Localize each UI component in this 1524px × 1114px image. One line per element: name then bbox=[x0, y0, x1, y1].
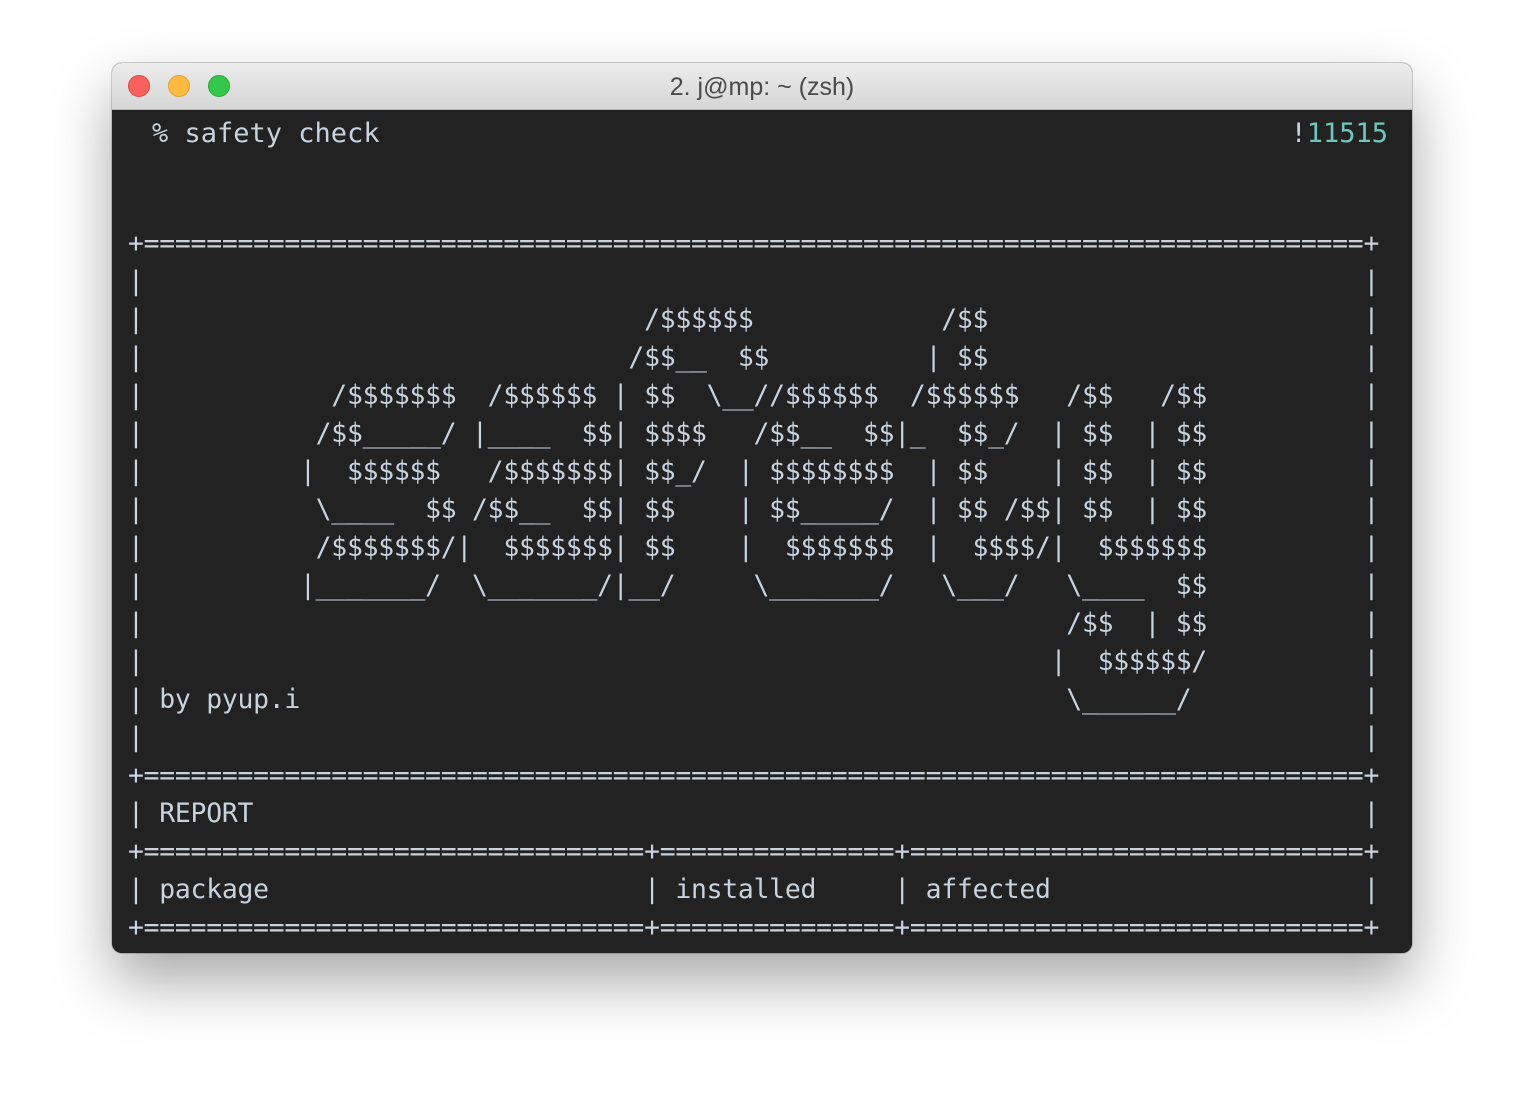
history-number: 11515 bbox=[1306, 118, 1388, 149]
logo-line: | /$$$$$$$/| $$$$$$$| $$ | $$$$$$$ | $$$… bbox=[128, 532, 1380, 563]
box-border: +=======================================… bbox=[128, 228, 1380, 259]
logo-line: | /$$__ $$ | $$ | bbox=[128, 342, 1380, 373]
logo-line: | /$$$$$$ /$$ | bbox=[128, 304, 1380, 335]
box-line: | | bbox=[128, 722, 1380, 753]
window-title: 2. j@mp: ~ (zsh) bbox=[669, 73, 855, 101]
table-header-row: | package | installed | affected | bbox=[128, 874, 1380, 905]
safety-report-output: +=======================================… bbox=[128, 225, 1379, 953]
logo-line: | \____ $$ /$$__ $$| $$ | $$_____/ | $$ … bbox=[128, 494, 1380, 525]
logo-line: | | $$$$$$/ | bbox=[128, 646, 1380, 677]
box-border: +=======================================… bbox=[128, 760, 1380, 791]
title-bar[interactable]: 2. j@mp: ~ (zsh) bbox=[112, 63, 1412, 110]
table-row: | django | 1.9.10 | >=1.9,<1.9.11 | bbox=[128, 950, 1379, 953]
logo-line: | /$$_____/ |____ $$| $$$$ /$$__ $$|_ $$… bbox=[128, 418, 1380, 449]
history-bang: ! bbox=[1290, 118, 1307, 149]
history-indicator: !11515 bbox=[1290, 114, 1388, 154]
command-line: % safety check bbox=[152, 118, 380, 149]
logo-line: | |_______/ \_______/|__/ \_______/ \___… bbox=[128, 570, 1380, 601]
logo-line: | /$$ | $$ | bbox=[128, 608, 1380, 639]
logo-line: | /$$$$$$$ /$$$$$$ | $$ \__//$$$$$$ /$$$… bbox=[128, 380, 1380, 411]
terminal-window: 2. j@mp: ~ (zsh) % safety check !11515 +… bbox=[112, 63, 1412, 953]
table-border: +================================+======… bbox=[128, 912, 1380, 943]
logo-line: | | $$$$$$ /$$$$$$$| $$_/ | $$$$$$$$ | $… bbox=[128, 456, 1380, 487]
table-border: +================================+======… bbox=[128, 836, 1380, 867]
logo-line-with-byline: | by pyup.i \______/ | bbox=[128, 684, 1380, 715]
box-line: | | bbox=[128, 266, 1380, 297]
report-heading: | REPORT | bbox=[128, 798, 1380, 829]
